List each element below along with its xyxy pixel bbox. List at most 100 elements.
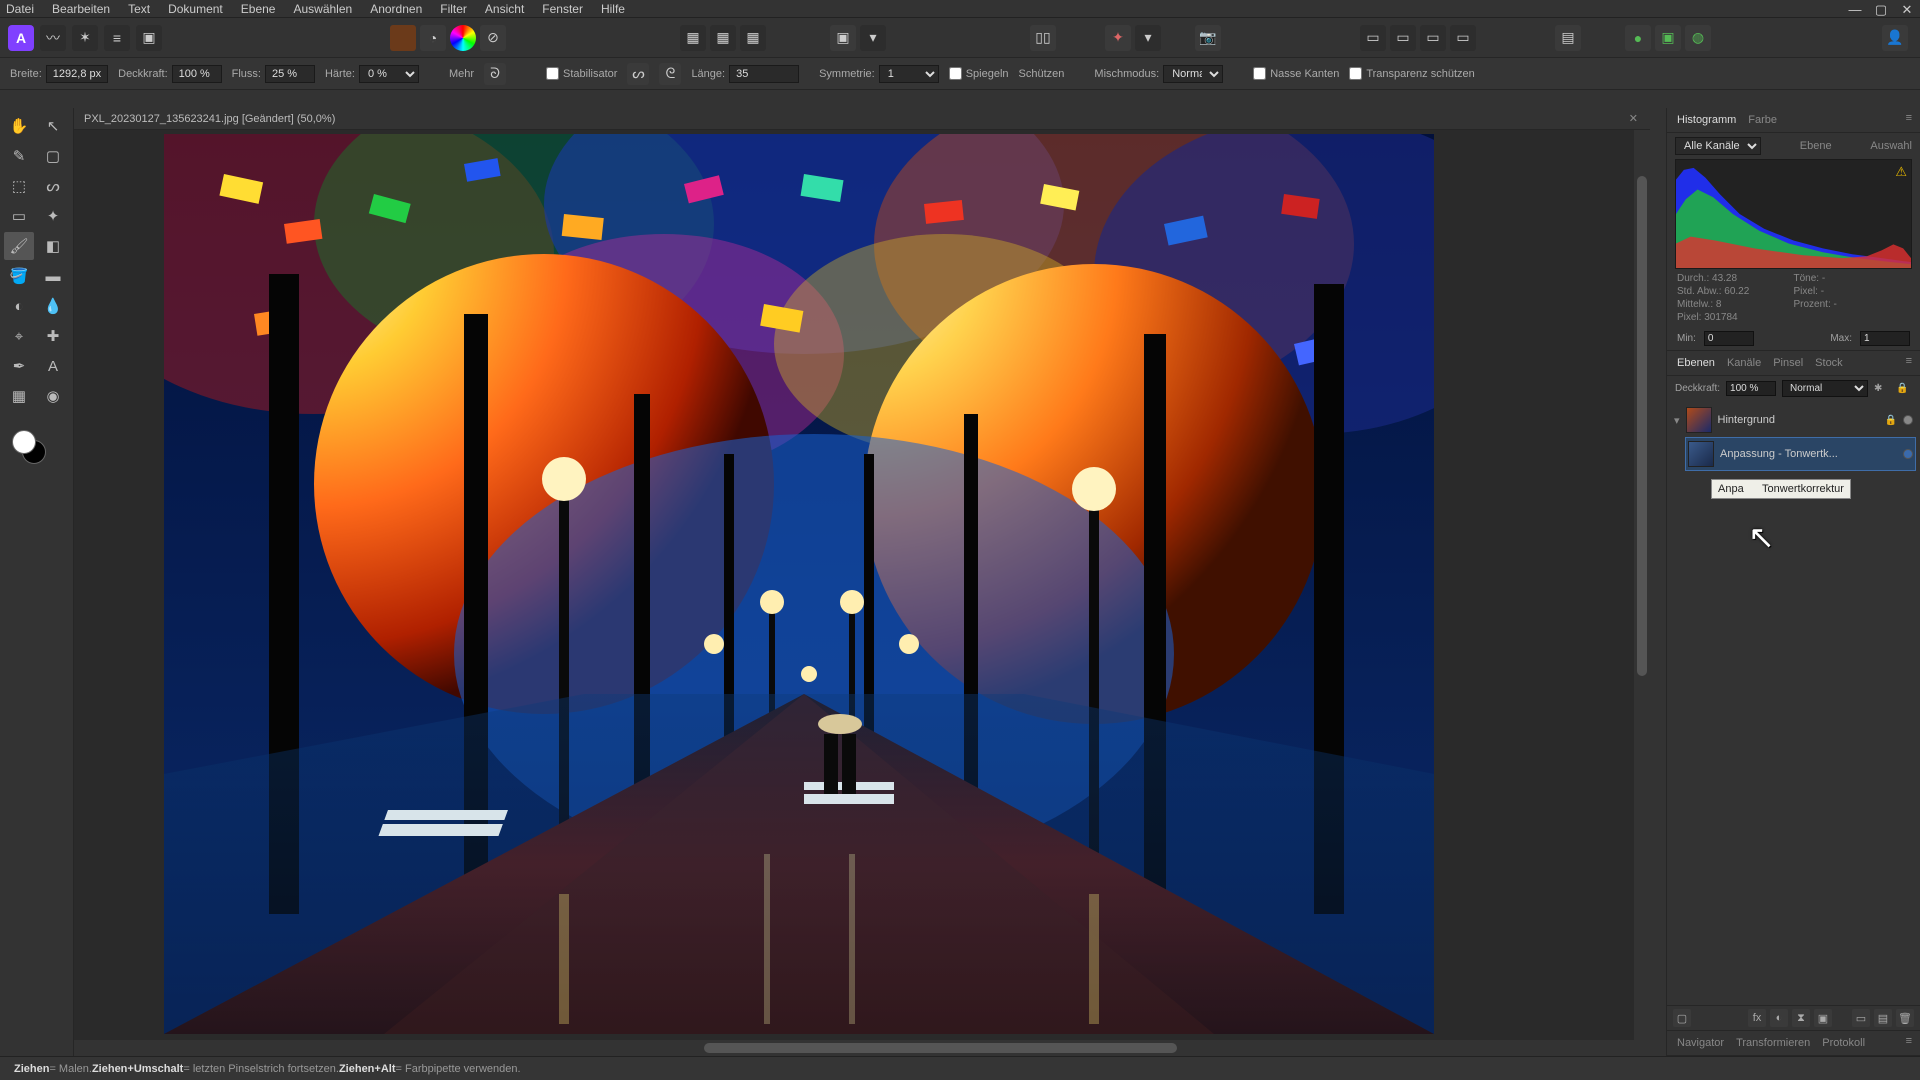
camera-icon[interactable]: 📷: [1195, 25, 1221, 51]
mirror-checkbox[interactable]: [949, 67, 962, 80]
menu-dokument[interactable]: Dokument: [168, 2, 223, 16]
hist-auswahl-link[interactable]: Auswahl: [1870, 140, 1912, 152]
fill-tool-icon[interactable]: 🪣: [4, 262, 34, 290]
panel-toggle-icon[interactable]: ▤: [1555, 25, 1581, 51]
more-button[interactable]: Mehr: [449, 68, 474, 80]
layers-menu-icon[interactable]: ≡: [1906, 355, 1912, 371]
hist-ebene-link[interactable]: Ebene: [1800, 140, 1832, 152]
dodge-tool-icon[interactable]: ◐: [4, 292, 34, 320]
adj-btn-icon[interactable]: ◐: [1770, 1009, 1788, 1027]
sync-green-icon[interactable]: ●: [1625, 25, 1651, 51]
window-minimize[interactable]: —: [1846, 2, 1864, 16]
channel-select[interactable]: Alle Kanäle: [1675, 137, 1761, 155]
panel-menu-icon[interactable]: ≡: [1906, 112, 1912, 128]
heal-tool-icon[interactable]: ✚: [38, 322, 68, 350]
tab-history[interactable]: Protokoll: [1820, 1035, 1867, 1051]
brush-tool-icon[interactable]: 🖌: [4, 232, 34, 260]
menu-bearbeiten[interactable]: Bearbeiten: [52, 2, 110, 16]
assistant-icon[interactable]: ✦: [1105, 25, 1131, 51]
menu-ebene[interactable]: Ebene: [241, 2, 276, 16]
layer-background[interactable]: ▾ Hintergrund 🔒: [1671, 403, 1916, 437]
mask-btn-icon[interactable]: ▢: [1673, 1009, 1691, 1027]
dropdown-icon[interactable]: ▾: [860, 25, 886, 51]
window-maximize[interactable]: ▢: [1872, 2, 1890, 16]
menu-anordnen[interactable]: Anordnen: [370, 2, 422, 16]
length-value[interactable]: 35: [729, 65, 799, 83]
sync-globe-icon[interactable]: ◍: [1685, 25, 1711, 51]
stabilizer-checkbox[interactable]: [546, 67, 559, 80]
hand-tool-icon[interactable]: ✋: [4, 112, 34, 140]
arr3-icon[interactable]: ▭: [1420, 25, 1446, 51]
hardness-select[interactable]: 0 %: [359, 65, 419, 83]
delete-layer-icon[interactable]: 🗑: [1896, 1009, 1914, 1027]
selection-tool-icon[interactable]: ⬚: [4, 172, 34, 200]
layer-adjustment-levels[interactable]: Anpassung - Tonwertk...: [1685, 437, 1916, 471]
stab-mode1-icon[interactable]: ᔕ: [627, 63, 649, 85]
visibility-toggle[interactable]: [1903, 415, 1913, 425]
layer-lock-icon[interactable]: 🔒: [1896, 383, 1912, 394]
tab-transform[interactable]: Transformieren: [1734, 1035, 1812, 1051]
wand-tool-icon[interactable]: ✦: [38, 202, 68, 230]
tab-histogram[interactable]: Histogramm: [1675, 112, 1738, 128]
lock-icon[interactable]: 🔒: [1885, 415, 1897, 426]
gradient-tool-icon[interactable]: ▬: [38, 262, 68, 290]
horizontal-scrollbar[interactable]: [74, 1040, 1650, 1056]
color-wheel-icon[interactable]: [450, 25, 476, 51]
add-layer-icon[interactable]: ▤: [1874, 1009, 1892, 1027]
fx-btn-icon[interactable]: fx: [1748, 1009, 1766, 1027]
opacity-value[interactable]: 100 %: [172, 65, 222, 83]
window-close[interactable]: ✕: [1898, 2, 1916, 16]
protect-button[interactable]: Schützen: [1019, 68, 1065, 80]
persona-develop-icon[interactable]: ≡: [104, 25, 130, 51]
warning-icon[interactable]: ⚠: [1895, 164, 1907, 180]
layer-expand-icon[interactable]: ▾: [1674, 414, 1680, 427]
persona-paint-icon[interactable]: 〰: [40, 25, 66, 51]
blendmode-select[interactable]: Normal: [1163, 65, 1223, 83]
vertical-scrollbar[interactable]: [1634, 130, 1650, 1040]
arr2-icon[interactable]: ▭: [1390, 25, 1416, 51]
max-input[interactable]: [1860, 331, 1910, 346]
brush-preset-icon[interactable]: ᘐ: [484, 63, 506, 85]
arr1-icon[interactable]: ▭: [1360, 25, 1386, 51]
tab-stock[interactable]: Stock: [1813, 355, 1845, 371]
h-scroll-thumb[interactable]: [704, 1043, 1177, 1053]
marquee-tool-icon[interactable]: ▭: [4, 202, 34, 230]
dropdown2-icon[interactable]: ▾: [1135, 25, 1161, 51]
menu-hilfe[interactable]: Hilfe: [601, 2, 625, 16]
mesh-tool-icon[interactable]: ◉: [38, 382, 68, 410]
color-swatches[interactable]: [12, 430, 52, 470]
pen-tool-icon[interactable]: ✒: [4, 352, 34, 380]
blur-tool-icon[interactable]: 💧: [38, 292, 68, 320]
tab-layers[interactable]: Ebenen: [1675, 355, 1717, 371]
flow-value[interactable]: 25 %: [265, 65, 315, 83]
protect-alpha-checkbox[interactable]: [1349, 67, 1362, 80]
symmetry-select[interactable]: 1: [879, 65, 939, 83]
menu-datei[interactable]: Datei: [6, 2, 34, 16]
color-swatch-brown[interactable]: [390, 25, 416, 51]
v-scroll-thumb[interactable]: [1637, 176, 1647, 677]
mask2-btn-icon[interactable]: ▣: [1814, 1009, 1832, 1027]
account-icon[interactable]: 👤: [1882, 25, 1908, 51]
shape-tool-icon[interactable]: ▦: [4, 382, 34, 410]
align-left-icon[interactable]: ▦: [680, 25, 706, 51]
visibility-toggle-adj[interactable]: [1903, 449, 1913, 459]
sync-cloud-icon[interactable]: ▣: [1655, 25, 1681, 51]
menu-fenster[interactable]: Fenster: [542, 2, 583, 16]
bottom-menu-icon[interactable]: ≡: [1906, 1035, 1912, 1051]
close-document-icon[interactable]: ✕: [1629, 112, 1638, 125]
text-tool-icon[interactable]: A: [38, 352, 68, 380]
menu-ansicht[interactable]: Ansicht: [485, 2, 524, 16]
eraser-tool-icon[interactable]: ◧: [38, 232, 68, 260]
layer-opacity-input[interactable]: [1726, 381, 1776, 396]
layer-name[interactable]: Hintergrund: [1718, 414, 1879, 426]
target-icon[interactable]: ▣: [830, 25, 856, 51]
min-input[interactable]: [1704, 331, 1754, 346]
tab-navigator[interactable]: Navigator: [1675, 1035, 1726, 1051]
canvas-area[interactable]: [74, 130, 1650, 1040]
layer-fx-icon[interactable]: ✱: [1874, 383, 1890, 394]
arr4-icon[interactable]: ▭: [1450, 25, 1476, 51]
no-color-icon[interactable]: ⊘: [480, 25, 506, 51]
move-tool-icon[interactable]: ↖: [38, 112, 68, 140]
quick-mask-icon[interactable]: ▯▯: [1030, 25, 1056, 51]
group-btn-icon[interactable]: ▭: [1852, 1009, 1870, 1027]
